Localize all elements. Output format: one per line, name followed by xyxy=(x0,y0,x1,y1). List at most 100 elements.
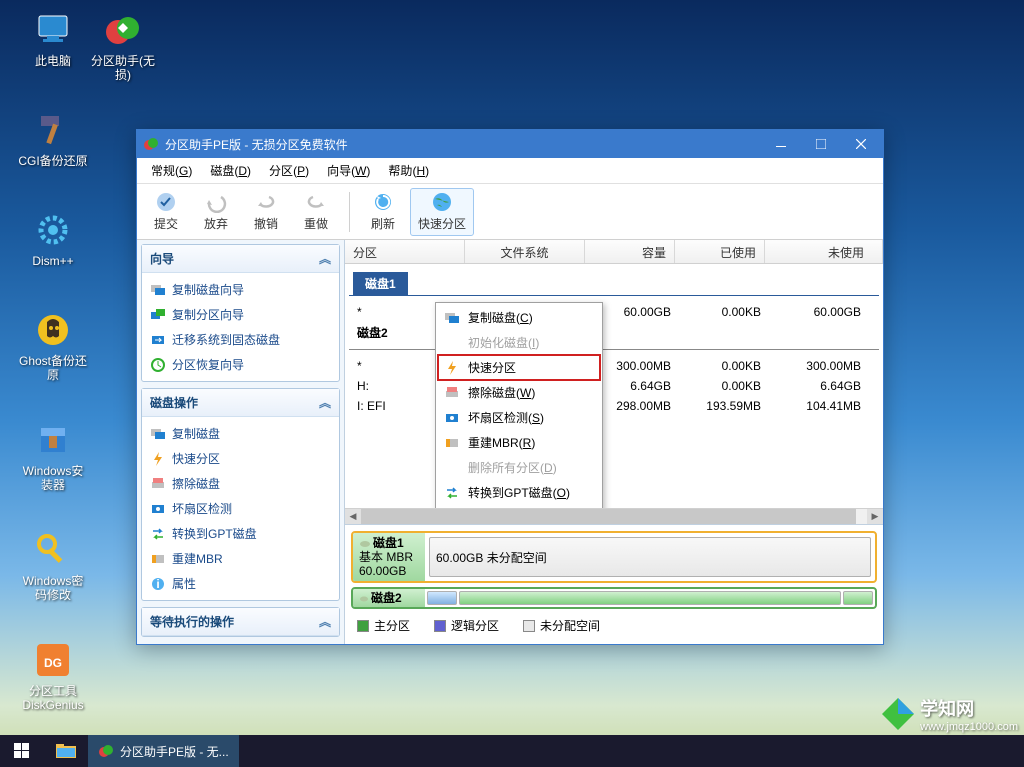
check-icon xyxy=(155,191,177,213)
table-header: 分区 文件系统 容量 已使用 未使用 xyxy=(345,240,883,264)
scroll-right-button[interactable]: ▶ xyxy=(867,509,883,524)
taskbar-app-partition[interactable]: 分区助手PE版 - 无... xyxy=(88,735,239,767)
menu-disk[interactable]: 磁盘(D) xyxy=(202,159,259,182)
desktop-icon-this-pc[interactable]: 此电脑 xyxy=(18,10,88,68)
desktop-icon-partition[interactable]: 分区助手(无 损) xyxy=(88,10,158,82)
panel-pending: 等待执行的操作︽ xyxy=(141,607,340,637)
maximize-button[interactable] xyxy=(801,131,841,157)
close-button[interactable] xyxy=(841,131,881,157)
disk-map-label: 磁盘1 基本 MBR 60.00GB xyxy=(353,533,425,581)
sidebar-item-quick-part[interactable]: 快速分区 xyxy=(144,446,337,471)
taskbar-explorer[interactable] xyxy=(44,735,88,767)
sidebar-item-rebuild-mbr[interactable]: 重建MBR xyxy=(144,546,337,571)
app-window: 分区助手PE版 - 无损分区免费软件 常规(G) 磁盘(D) 分区(P) 向导(… xyxy=(136,129,884,645)
col-filesystem[interactable]: 文件系统 xyxy=(465,240,585,263)
ctx-quick-partition[interactable]: 快速分区 xyxy=(438,355,600,380)
legend: 主分区 逻辑分区 未分配空间 xyxy=(351,613,877,638)
disk-segment[interactable] xyxy=(427,591,457,605)
sidebar-item-badsector[interactable]: 坏扇区检测 xyxy=(144,496,337,521)
start-button[interactable] xyxy=(0,735,44,767)
panel-header[interactable]: 磁盘操作︽ xyxy=(142,389,339,417)
desktop-icon-ghost[interactable]: Ghost备份还 原 xyxy=(18,310,88,382)
table-row[interactable]: * 300.00MB 0.00KB 300.00MB xyxy=(349,356,879,376)
titlebar[interactable]: 分区助手PE版 - 无损分区免费软件 xyxy=(137,130,883,158)
menu-help[interactable]: 帮助(H) xyxy=(380,159,437,182)
ctx-wipe-disk[interactable]: 擦除磁盘(W) xyxy=(438,380,600,405)
table-body[interactable]: 磁盘1 * 60.00GB 0.00KB 60.00GB 磁盘2 * 300.0… xyxy=(345,264,883,508)
panel-header[interactable]: 等待执行的操作︽ xyxy=(142,608,339,636)
disk1-label[interactable]: 磁盘1 xyxy=(353,272,408,295)
sidebar-item-migrate-ssd[interactable]: 迁移系统到固态磁盘 xyxy=(144,327,337,352)
eraser-icon xyxy=(444,385,460,401)
sidebar-item-recover-wiz[interactable]: 分区恢复向导 xyxy=(144,352,337,377)
col-partition[interactable]: 分区 xyxy=(345,240,465,263)
desktop-icon-winpw[interactable]: Windows密 码修改 xyxy=(18,530,88,602)
content-area: 向导︽ 复制磁盘向导 复制分区向导 迁移系统到固态磁盘 分区恢复向导 磁盘操作︽… xyxy=(137,240,883,644)
collapse-icon[interactable]: ︽ xyxy=(319,250,331,267)
sidebar-item-copy-disk[interactable]: 复制磁盘 xyxy=(144,421,337,446)
col-used[interactable]: 已使用 xyxy=(675,240,765,263)
disk2-label[interactable]: 磁盘2 xyxy=(349,322,879,343)
collapse-icon[interactable]: ︽ xyxy=(319,613,331,630)
scroll-thumb[interactable] xyxy=(361,509,856,524)
disk-segment[interactable] xyxy=(459,591,841,605)
unalloc-swatch xyxy=(523,620,535,632)
minimize-button[interactable] xyxy=(761,131,801,157)
desktop-icon-diskgenius[interactable]: DG 分区工具 DiskGenius xyxy=(18,640,88,712)
ssd-icon xyxy=(150,332,166,348)
sidebar-item-copy-disk-wiz[interactable]: 复制磁盘向导 xyxy=(144,277,337,302)
ctx-rebuild-mbr[interactable]: 重建MBR(R) xyxy=(438,430,600,455)
table-row[interactable]: I: EFI 298.00MB 193.59MB 104.41MB xyxy=(349,396,879,416)
disk-icon xyxy=(359,538,371,550)
scroll-left-button[interactable]: ◀ xyxy=(345,509,361,524)
recover-icon xyxy=(150,357,166,373)
desktop-icon-wininst[interactable]: Windows安 装器 xyxy=(18,420,88,492)
collapse-icon[interactable]: ︽ xyxy=(319,394,331,411)
blank-icon xyxy=(444,335,460,351)
ctx-init-disk: 初始化磁盘(I) xyxy=(438,330,600,355)
col-free[interactable]: 未使用 xyxy=(765,240,883,263)
table-row[interactable]: * 60.00GB 0.00KB 60.00GB xyxy=(349,302,879,322)
toolbar: 提交 放弃 撤销 重做 刷新 快速分区 xyxy=(137,184,883,240)
sidebar-item-wipe[interactable]: 擦除磁盘 xyxy=(144,471,337,496)
table-row[interactable]: H: 6.64GB 0.00KB 6.64GB xyxy=(349,376,879,396)
col-capacity[interactable]: 容量 xyxy=(585,240,675,263)
ctx-convert-gpt[interactable]: 转换到GPT磁盘(O) xyxy=(438,480,600,505)
disk-map-2[interactable]: 磁盘2 xyxy=(351,587,877,609)
ghost-icon xyxy=(33,310,73,350)
convert-icon xyxy=(444,485,460,501)
sidebar: 向导︽ 复制磁盘向导 复制分区向导 迁移系统到固态磁盘 分区恢复向导 磁盘操作︽… xyxy=(137,240,345,644)
disk-map-area: 磁盘1 基本 MBR 60.00GB 60.00GB 未分配空间 磁盘2 xyxy=(345,524,883,644)
watermark-icon xyxy=(880,696,916,732)
menu-partition[interactable]: 分区(P) xyxy=(261,159,317,182)
desktop-icon-label: CGI备份还原 xyxy=(18,154,88,168)
globe-icon xyxy=(431,191,453,213)
menu-wizard[interactable]: 向导(W) xyxy=(319,159,378,182)
ctx-copy-disk[interactable]: 复制磁盘(C) xyxy=(438,305,600,330)
panel-header[interactable]: 向导︽ xyxy=(142,245,339,273)
ctx-delete-all: 删除所有分区(D) xyxy=(438,455,600,480)
disk-segment-unalloc[interactable]: 60.00GB 未分配空间 xyxy=(429,537,871,577)
quick-partition-button[interactable]: 快速分区 xyxy=(410,188,474,236)
box-icon xyxy=(33,420,73,460)
sidebar-item-properties[interactable]: i属性 xyxy=(144,571,337,596)
sidebar-item-copy-part-wiz[interactable]: 复制分区向导 xyxy=(144,302,337,327)
disk-segment[interactable] xyxy=(843,591,873,605)
refresh-button[interactable]: 刷新 xyxy=(360,188,406,236)
dg-icon: DG xyxy=(33,640,73,680)
desktop-icon-cgi[interactable]: CGI备份还原 xyxy=(18,110,88,168)
disk-map-1[interactable]: 磁盘1 基本 MBR 60.00GB 60.00GB 未分配空间 xyxy=(351,531,877,583)
svg-text:DG: DG xyxy=(44,656,62,670)
ctx-badsector[interactable]: 坏扇区检测(S) xyxy=(438,405,600,430)
sidebar-item-convert-gpt[interactable]: 转换到GPT磁盘 xyxy=(144,521,337,546)
undo-button[interactable]: 撤销 xyxy=(243,188,289,236)
redo-button[interactable]: 重做 xyxy=(293,188,339,236)
discard-button[interactable]: 放弃 xyxy=(193,188,239,236)
app-icon xyxy=(143,136,159,152)
horizontal-scrollbar[interactable]: ◀ ▶ xyxy=(345,508,883,524)
desktop-icon-dism[interactable]: Dism++ xyxy=(18,210,88,268)
mbr-icon xyxy=(150,551,166,567)
main-area: 分区 文件系统 容量 已使用 未使用 磁盘1 * 60.00GB 0.00KB … xyxy=(345,240,883,644)
menu-general[interactable]: 常规(G) xyxy=(143,159,200,182)
commit-button[interactable]: 提交 xyxy=(143,188,189,236)
